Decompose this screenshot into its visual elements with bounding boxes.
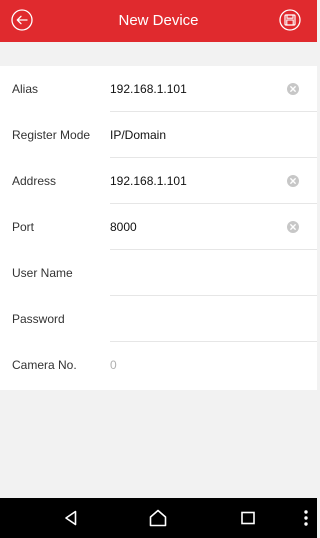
user-name-row: User Name [0, 250, 317, 296]
header-spacer [0, 42, 317, 66]
save-button[interactable] [278, 8, 302, 32]
nav-back-button[interactable] [61, 508, 81, 528]
user-name-label: User Name [12, 266, 73, 280]
camera-no-value: 0 [110, 358, 117, 372]
user-name-input[interactable] [110, 250, 280, 296]
nav-home-button[interactable] [148, 508, 168, 528]
app-header: New Device [0, 0, 317, 42]
nav-back-icon [65, 510, 77, 526]
alias-input[interactable]: 192.168.1.101 [110, 66, 187, 112]
camera-no-row: Camera No. 0 [0, 342, 317, 388]
password-row: Password [0, 296, 317, 342]
more-menu-button[interactable] [296, 508, 316, 528]
alias-label: Alias [12, 82, 39, 96]
alias-clear-button[interactable] [286, 82, 300, 96]
nav-home-icon [149, 509, 167, 527]
page-title: New Device [118, 12, 199, 29]
address-label: Address [12, 174, 57, 188]
nav-recent-icon [241, 511, 255, 525]
clear-circle-icon [287, 221, 299, 233]
save-circle-icon [279, 9, 301, 31]
register-mode-row[interactable]: Register Mode IP/Domain [0, 112, 317, 158]
camera-no-label: Camera No. [12, 358, 77, 372]
port-clear-button[interactable] [286, 220, 300, 234]
register-mode-value[interactable]: IP/Domain [110, 112, 166, 158]
address-clear-button[interactable] [286, 174, 300, 188]
password-input[interactable] [110, 296, 280, 342]
nav-recent-button[interactable] [238, 508, 258, 528]
more-vertical-icon [304, 510, 308, 526]
register-mode-label: Register Mode [12, 128, 91, 142]
clear-circle-icon [287, 175, 299, 187]
address-input[interactable]: 192.168.1.101 [110, 158, 187, 204]
device-form: Alias 192.168.1.101 Register Mode IP/Dom… [0, 66, 317, 390]
password-label: Password [12, 312, 65, 326]
system-nav-bar [0, 498, 317, 538]
address-row: Address 192.168.1.101 [0, 158, 317, 204]
clear-circle-icon [287, 83, 299, 95]
alias-row: Alias 192.168.1.101 [0, 66, 317, 112]
port-row: Port 8000 [0, 204, 317, 250]
port-input[interactable]: 8000 [110, 204, 137, 250]
port-label: Port [12, 220, 35, 234]
